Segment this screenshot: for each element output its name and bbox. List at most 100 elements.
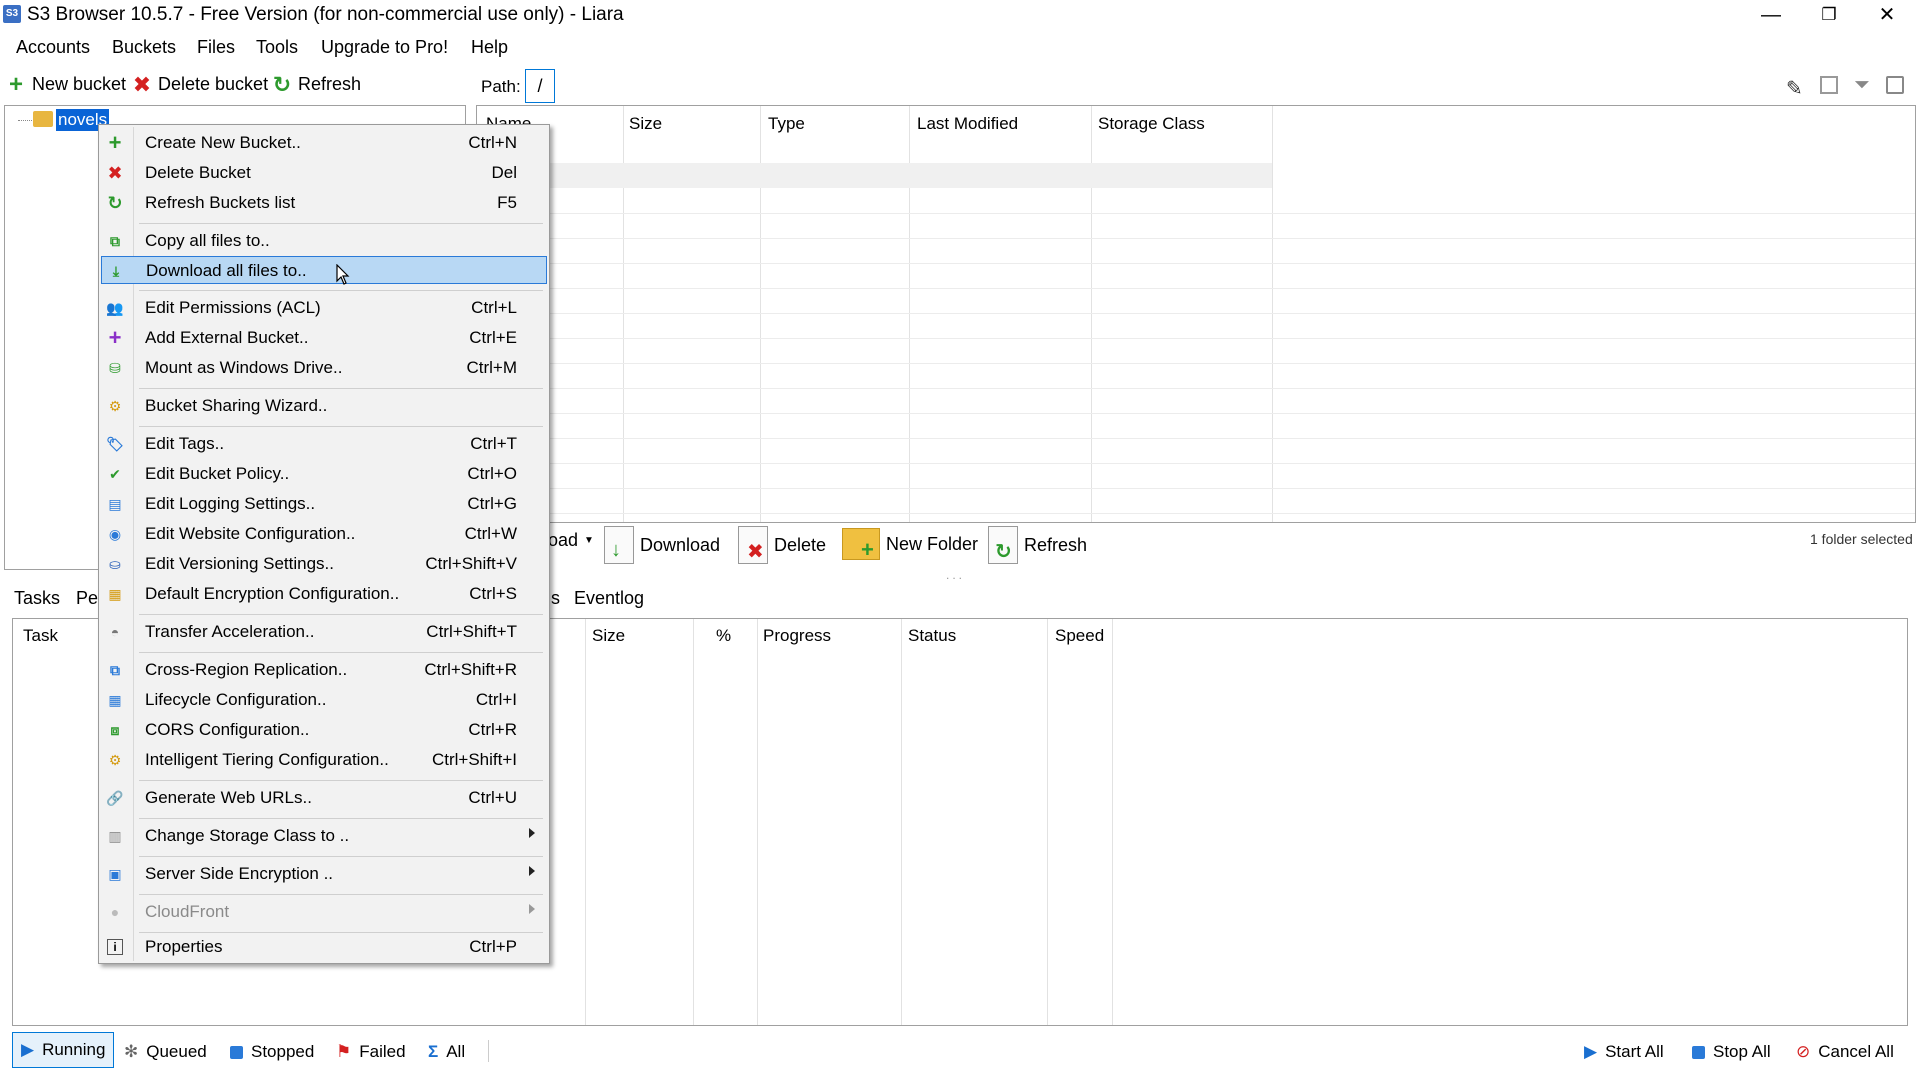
row-line bbox=[477, 413, 1915, 414]
menu-cors-configuration[interactable]: ⧈ CORS Configuration.. Ctrl+R bbox=[101, 716, 547, 744]
menu-copy-all-files[interactable]: ⧉ Copy all files to.. bbox=[101, 227, 547, 255]
new-folder-button[interactable]: + New Folder bbox=[842, 528, 979, 562]
filter-icon[interactable]: ⏷ bbox=[1854, 74, 1870, 97]
col-storage-class[interactable]: Storage Class bbox=[1098, 114, 1205, 134]
cloudfront-icon: ● bbox=[110, 904, 120, 920]
col-task-size[interactable]: Size bbox=[592, 626, 625, 646]
menu-cloudfront[interactable]: ● CloudFront bbox=[101, 898, 547, 926]
menu-server-side-encryption[interactable]: ▣ Server Side Encryption .. bbox=[101, 860, 547, 888]
plus-icon: + bbox=[8, 70, 23, 98]
mouse-cursor bbox=[336, 264, 350, 285]
menu-upgrade[interactable]: Upgrade to Pro! bbox=[321, 37, 448, 58]
minimize-button[interactable]: — bbox=[1742, 0, 1800, 30]
menu-lifecycle-configuration[interactable]: ▦ Lifecycle Configuration.. Ctrl+I bbox=[101, 686, 547, 714]
tab-eventlog[interactable]: Eventlog bbox=[574, 588, 644, 609]
close-button[interactable]: ✕ bbox=[1858, 0, 1916, 30]
policy-icon: ✔ bbox=[109, 466, 121, 482]
menu-separator bbox=[139, 426, 543, 427]
menu-transfer-acceleration[interactable]: ◓ Transfer Acceleration.. Ctrl+Shift+T bbox=[101, 618, 547, 646]
new-bucket-button[interactable]: + New bucket bbox=[6, 70, 126, 98]
col-percent[interactable]: % bbox=[716, 626, 731, 646]
tab-permissions[interactable]: Pe bbox=[76, 588, 98, 609]
menu-shortcut: Ctrl+R bbox=[468, 720, 517, 739]
view-icon[interactable] bbox=[1820, 76, 1838, 94]
start-all-label: Start All bbox=[1605, 1042, 1664, 1061]
menu-edit-website[interactable]: ◉ Edit Website Configuration.. Ctrl+W bbox=[101, 520, 547, 548]
delete-button[interactable]: ✖ Delete bbox=[738, 526, 826, 564]
sse-icon: ▣ bbox=[108, 866, 122, 882]
queued-filter-button[interactable]: ✻ Queued bbox=[124, 1032, 207, 1072]
refresh-files-button[interactable]: ↻ Refresh bbox=[988, 526, 1087, 564]
menu-delete-bucket[interactable]: ✖ Delete Bucket Del bbox=[101, 159, 547, 187]
maximize-button[interactable]: ❐ bbox=[1800, 0, 1858, 30]
menu-label: Download all files to.. bbox=[146, 261, 307, 280]
col-speed[interactable]: Speed bbox=[1055, 626, 1104, 646]
menu-tools[interactable]: Tools bbox=[256, 37, 298, 58]
menu-shortcut: Ctrl+I bbox=[475, 690, 517, 709]
menu-accounts[interactable]: Accounts bbox=[16, 37, 90, 58]
col-type[interactable]: Type bbox=[768, 114, 805, 134]
menu-shortcut: Ctrl+E bbox=[469, 328, 517, 347]
menu-cross-region-replication[interactable]: ⧉ Cross-Region Replication.. Ctrl+Shift+… bbox=[101, 656, 547, 684]
col-size[interactable]: Size bbox=[629, 114, 662, 134]
stopped-filter-button[interactable]: Stopped bbox=[230, 1032, 314, 1072]
drive-icon: ⛁ bbox=[109, 360, 121, 376]
path-input[interactable]: / bbox=[525, 69, 555, 103]
delete-bucket-button[interactable]: ✖ Delete bucket bbox=[132, 73, 268, 95]
menu-label: Add External Bucket.. bbox=[145, 328, 309, 347]
versioning-icon: ⛀ bbox=[109, 556, 121, 572]
start-all-icon: ▶ bbox=[1584, 1042, 1598, 1061]
running-filter-button[interactable]: ▶ Running bbox=[12, 1032, 114, 1068]
cancel-all-button[interactable]: ⊘ Cancel All bbox=[1796, 1032, 1894, 1072]
menu-mount-windows-drive[interactable]: ⛁ Mount as Windows Drive.. Ctrl+M bbox=[101, 354, 547, 382]
refresh-button[interactable]: ↻ Refresh bbox=[272, 73, 361, 95]
menu-edit-tags[interactable]: 🏷 Edit Tags.. Ctrl+T bbox=[101, 430, 547, 458]
menu-edit-permissions[interactable]: 👥 Edit Permissions (ACL) Ctrl+L bbox=[101, 294, 547, 322]
col-last-modified[interactable]: Last Modified bbox=[917, 114, 1018, 134]
table-row[interactable] bbox=[548, 163, 1272, 188]
plus-icon: + bbox=[108, 130, 122, 155]
menu-download-all-files[interactable]: ⤓ Download all files to.. bbox=[101, 256, 547, 284]
cancel-icon: ⊘ bbox=[1796, 1042, 1811, 1061]
stop-all-button[interactable]: Stop All bbox=[1692, 1032, 1771, 1072]
menu-properties[interactable]: i Properties Ctrl+P bbox=[101, 933, 547, 961]
download-icon: ⤓ bbox=[112, 263, 120, 279]
download-icon: ↓ bbox=[604, 526, 634, 564]
col-progress[interactable]: Progress bbox=[763, 626, 831, 646]
menu-create-new-bucket[interactable]: + Create New Bucket.. Ctrl+N bbox=[101, 129, 547, 157]
col-task[interactable]: Task bbox=[23, 626, 58, 646]
edit-icon[interactable]: ✎ bbox=[1786, 76, 1803, 101]
all-filter-button[interactable]: Σ All bbox=[428, 1032, 465, 1072]
failed-filter-button[interactable]: ⚑ Failed bbox=[336, 1032, 406, 1072]
copy-window-icon[interactable] bbox=[1886, 76, 1904, 94]
menu-refresh-buckets[interactable]: ↻ Refresh Buckets list F5 bbox=[101, 189, 547, 217]
menu-intelligent-tiering[interactable]: ⚙ Intelligent Tiering Configuration.. Ct… bbox=[101, 746, 547, 774]
menu-files[interactable]: Files bbox=[197, 37, 235, 58]
new-folder-label: New Folder bbox=[886, 533, 979, 554]
menu-change-storage-class[interactable]: ▥ Change Storage Class to .. bbox=[101, 822, 547, 850]
menu-separator bbox=[139, 614, 543, 615]
menu-edit-logging[interactable]: ▤ Edit Logging Settings.. Ctrl+G bbox=[101, 490, 547, 518]
menu-label: Change Storage Class to .. bbox=[145, 826, 350, 845]
upload-button[interactable]: oad ▼ bbox=[548, 530, 594, 551]
splitter-handle[interactable]: ... bbox=[946, 568, 965, 582]
menu-add-external-bucket[interactable]: + Add External Bucket.. Ctrl+E bbox=[101, 324, 547, 352]
tag-icon: 🏷 bbox=[106, 436, 124, 452]
menu-edit-versioning[interactable]: ⛀ Edit Versioning Settings.. Ctrl+Shift+… bbox=[101, 550, 547, 578]
menu-help[interactable]: Help bbox=[471, 37, 508, 58]
col-status[interactable]: Status bbox=[908, 626, 956, 646]
failed-flag-icon: ⚑ bbox=[336, 1042, 352, 1061]
menu-default-encryption[interactable]: ▦ Default Encryption Configuration.. Ctr… bbox=[101, 580, 547, 608]
delete-file-icon: ✖ bbox=[738, 526, 768, 564]
menu-edit-bucket-policy[interactable]: ✔ Edit Bucket Policy.. Ctrl+O bbox=[101, 460, 547, 488]
menu-generate-web-urls[interactable]: 🔗 Generate Web URLs.. Ctrl+U bbox=[101, 784, 547, 812]
download-button[interactable]: ↓ Download bbox=[604, 526, 720, 564]
tab-tasks[interactable]: Tasks bbox=[14, 588, 60, 609]
tab-partial[interactable]: s bbox=[551, 588, 560, 609]
menu-buckets[interactable]: Buckets bbox=[112, 37, 176, 58]
start-all-button[interactable]: ▶ Start All bbox=[1584, 1032, 1664, 1072]
globe-icon: ◉ bbox=[108, 526, 122, 542]
menu-shortcut: F5 bbox=[497, 193, 517, 212]
menu-label: Create New Bucket.. bbox=[145, 133, 301, 152]
menu-bucket-sharing-wizard[interactable]: ⚙ Bucket Sharing Wizard.. bbox=[101, 392, 547, 420]
